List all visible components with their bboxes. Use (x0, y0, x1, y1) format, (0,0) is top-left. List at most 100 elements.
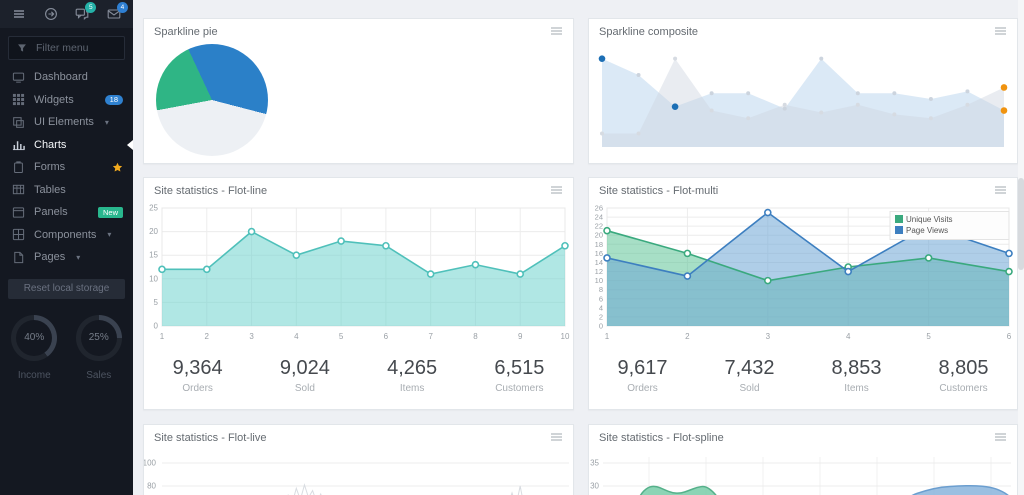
stat-label: Items (803, 383, 910, 394)
svg-text:2: 2 (685, 332, 690, 341)
sidebar-item-label: Dashboard (34, 71, 88, 83)
stat-value: 9,617 (589, 357, 696, 380)
svg-text:6: 6 (384, 332, 389, 341)
svg-text:3: 3 (766, 332, 771, 341)
dashboard-icon (12, 71, 25, 84)
card-menu-icon[interactable] (995, 186, 1007, 196)
stat-label: Orders (589, 383, 696, 394)
sidebar-item-label: Components (34, 229, 96, 241)
reset-local-storage-button[interactable]: Reset local storage (8, 279, 125, 299)
svg-text:6: 6 (599, 294, 603, 303)
svg-text:5: 5 (926, 332, 931, 341)
stat-label: Orders (144, 383, 251, 394)
card-flot-line: Site statistics - Flot-line 051015202512… (143, 177, 574, 410)
stat-orders: 9,364Orders (144, 357, 251, 394)
svg-text:7: 7 (428, 332, 433, 341)
svg-text:24: 24 (595, 213, 603, 222)
svg-text:16: 16 (595, 249, 603, 258)
card-title: Sparkline composite (599, 26, 698, 38)
chat-icon[interactable]: 5 (74, 6, 90, 22)
stat-label: Sold (696, 383, 803, 394)
panels-icon (12, 206, 25, 219)
gauge-percent: 40% (16, 320, 52, 356)
sidebar: 54 DashboardWidgets18UI Elements▾ChartsF… (0, 0, 133, 495)
arrow-circle-icon[interactable] (43, 6, 59, 22)
components-icon (12, 228, 25, 241)
stat-items: 4,265 Items (359, 357, 466, 394)
sidebar-item-pages[interactable]: Pages▾ (0, 246, 133, 269)
sidebar-item-panels[interactable]: PanelsNew (0, 201, 133, 224)
mail-icon[interactable]: 4 (106, 6, 122, 22)
stat-label: Items (359, 383, 466, 394)
svg-text:4: 4 (294, 332, 299, 341)
flot-live-chart: 100 80 (144, 449, 573, 495)
stat-customers: 6,515 Customers (466, 357, 573, 394)
svg-text:26: 26 (595, 204, 603, 213)
chevron-down-icon: ▾ (107, 230, 111, 239)
card-title: Sparkline pie (154, 26, 218, 38)
card-sparkline-pie: Sparkline pie (143, 18, 574, 164)
composite-sparkline-chart (596, 43, 1010, 155)
svg-text:4: 4 (599, 303, 603, 312)
filter-menu-input[interactable] (34, 41, 124, 55)
sidebar-item-widgets[interactable]: Widgets18 (0, 89, 133, 112)
tables-icon (12, 183, 25, 196)
svg-text:5: 5 (154, 298, 159, 307)
flot-spline-chart: 353025 (589, 449, 1017, 495)
main-content: Sparkline pie Sparkline composite Site s… (133, 0, 1024, 495)
gauges-row: 40% Income 25% Sales (0, 315, 133, 381)
stat-value: 6,515 (466, 357, 573, 380)
svg-text:1: 1 (605, 332, 610, 341)
card-menu-icon[interactable] (551, 186, 563, 196)
menu-icon[interactable] (11, 6, 27, 22)
card-sparkline-composite: Sparkline composite (588, 18, 1018, 164)
stat-value: 9,024 (251, 357, 358, 380)
stat-value: 4,265 (359, 357, 466, 380)
svg-text:2: 2 (599, 312, 603, 321)
stat-value: 7,432 (696, 357, 803, 380)
svg-text:Page Views: Page Views (906, 226, 948, 235)
sidebar-item-label: UI Elements (34, 116, 94, 128)
gauge-label: Sales (76, 370, 122, 381)
stat-sold: 9,024Sold (251, 357, 358, 394)
sidebar-item-ui-elements[interactable]: UI Elements▾ (0, 111, 133, 134)
badge: 18 (105, 95, 123, 106)
sidebar-item-forms[interactable]: Forms (0, 156, 133, 179)
svg-text:12: 12 (595, 267, 603, 276)
svg-text:8: 8 (599, 285, 603, 294)
sidebar-item-components[interactable]: Components ▾ (0, 224, 133, 247)
card-menu-icon[interactable] (995, 27, 1007, 37)
scrollbar-thumb[interactable] (1018, 178, 1024, 270)
sidebar-item-tables[interactable]: Tables (0, 179, 133, 202)
card-flot-live: Site statistics - Flot-live 10080 (143, 424, 574, 495)
svg-text:35: 35 (590, 459, 599, 468)
gauge-label: Income (11, 370, 57, 381)
gauge-ring: 25% (76, 315, 122, 361)
stat-customers: 8,805Customers (910, 357, 1017, 394)
filter-icon (17, 43, 27, 53)
active-item-arrow (127, 140, 133, 150)
card-menu-icon[interactable] (551, 27, 563, 37)
svg-text:80: 80 (147, 482, 156, 491)
svg-text:0: 0 (599, 322, 603, 331)
svg-text:9: 9 (518, 332, 523, 341)
svg-text:14: 14 (595, 258, 603, 267)
flot-multi-chart: 02468101214161820222426123456Unique Visi… (589, 202, 1017, 352)
gauge-income: 40% Income (11, 315, 57, 381)
badge: New (98, 207, 123, 218)
stat-value: 8,853 (803, 357, 910, 380)
sidebar-item-dashboard[interactable]: Dashboard (0, 66, 133, 89)
sidebar-nav: DashboardWidgets18UI Elements▾ChartsForm… (0, 66, 133, 269)
gauge-percent: 25% (81, 320, 117, 356)
card-menu-icon[interactable] (551, 433, 563, 443)
stats-row: 9,364Orders9,024Sold4,265 Items6,515 Custo… (144, 352, 573, 394)
svg-text:20: 20 (595, 231, 603, 240)
stats-row: 9,617 Orders7,432 Sold8,853 Items8,805Custo… (589, 352, 1017, 394)
stat-label: Customers (466, 383, 573, 394)
card-title: Site statistics - Flot-multi (599, 185, 718, 197)
card-menu-icon[interactable] (995, 433, 1007, 443)
svg-text:100: 100 (144, 459, 157, 468)
mail-badge: 4 (117, 2, 128, 13)
pages-icon (12, 251, 25, 264)
sidebar-item-charts[interactable]: Charts (0, 134, 133, 157)
